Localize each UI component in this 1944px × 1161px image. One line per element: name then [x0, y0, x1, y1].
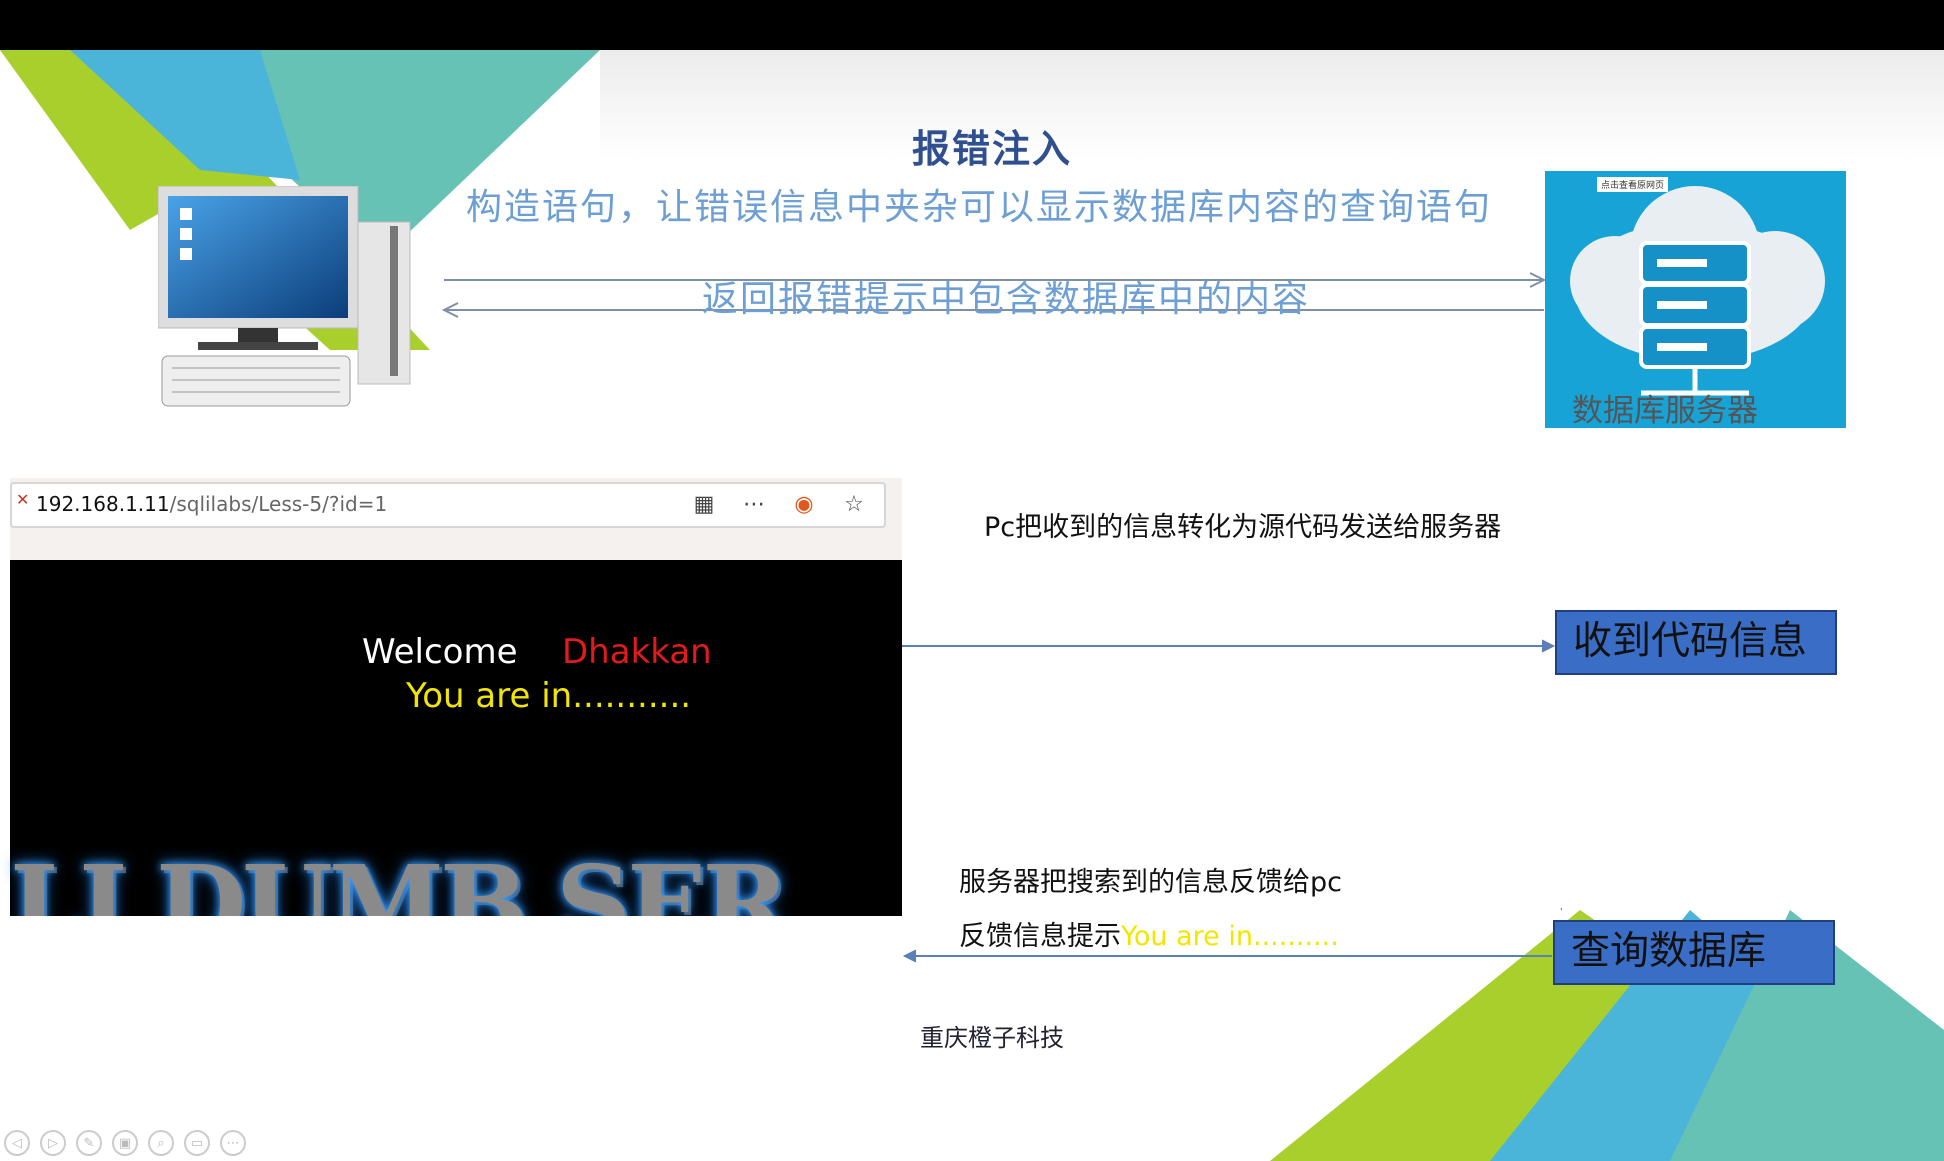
zoom-icon[interactable]: ⌕ — [148, 1130, 174, 1156]
receive-code-box: 收到代码信息 — [1555, 610, 1837, 675]
address-bar-icons: ▦ ⋯ ◉ ☆ — [690, 490, 868, 518]
feedback-note: 反馈信息提示You are in.......... — [959, 914, 1339, 953]
feedback-highlight: You are in.......... — [1121, 921, 1339, 952]
server-note: 服务器把搜索到的信息反馈给pc — [959, 867, 1342, 898]
response-description: 返回报错提示中包含数据库中的内容 — [702, 279, 1311, 320]
url-host: 192.168.1.11 — [36, 492, 170, 516]
pc-note: Pc把收到的信息转化为源代码发送给服务器 — [984, 512, 1502, 543]
more-icon[interactable]: ⋯ — [740, 490, 768, 518]
slides-icon[interactable]: ▣ — [112, 1130, 138, 1156]
db-server-label: 数据库服务器 — [1572, 393, 1758, 429]
close-tab-icon[interactable]: ✕ — [16, 490, 29, 509]
you-are-in-text: You are in........... — [406, 676, 692, 716]
more-options-icon[interactable]: ⋯ — [220, 1130, 246, 1156]
previous-icon[interactable]: ◁ — [4, 1130, 30, 1156]
feedback-prefix: 反馈信息提示 — [959, 921, 1121, 952]
banner-mask — [0, 916, 910, 976]
next-icon[interactable]: ▷ — [40, 1130, 66, 1156]
query-db-box: 查询数据库 — [1553, 920, 1835, 985]
welcome-text: Welcome — [362, 632, 518, 672]
footer-text: 重庆橙子科技 — [920, 1024, 1064, 1052]
browser-toolbar: ✕ 192.168.1.11/sqlilabs/Less-5/?id=1 ▦ ⋯… — [10, 478, 902, 560]
presenter-toolbar: ◁ ▷ ✎ ▣ ⌕ ▭ ⋯ — [4, 1130, 246, 1156]
star-icon[interactable]: ☆ — [840, 490, 868, 518]
address-bar[interactable]: ✕ 192.168.1.11/sqlilabs/Less-5/?id=1 ▦ ⋯… — [10, 482, 886, 528]
qr-code-icon[interactable]: ▦ — [690, 490, 718, 518]
subtitles-icon[interactable]: ▭ — [184, 1130, 210, 1156]
url-text: 192.168.1.11/sqlilabs/Less-5/?id=1 — [36, 492, 387, 516]
page-title: 报错注入 — [911, 127, 1072, 171]
pen-icon[interactable]: ✎ — [76, 1130, 102, 1156]
url-path: /sqlilabs/Less-5/?id=1 — [169, 492, 388, 516]
request-description: 构造语句，让错误信息中夹杂可以显示数据库内容的查询语句 — [466, 187, 1493, 228]
user-name-text: Dhakkan — [562, 632, 712, 672]
computer-icon — [158, 186, 411, 407]
ubuntu-icon[interactable]: ◉ — [790, 490, 818, 518]
